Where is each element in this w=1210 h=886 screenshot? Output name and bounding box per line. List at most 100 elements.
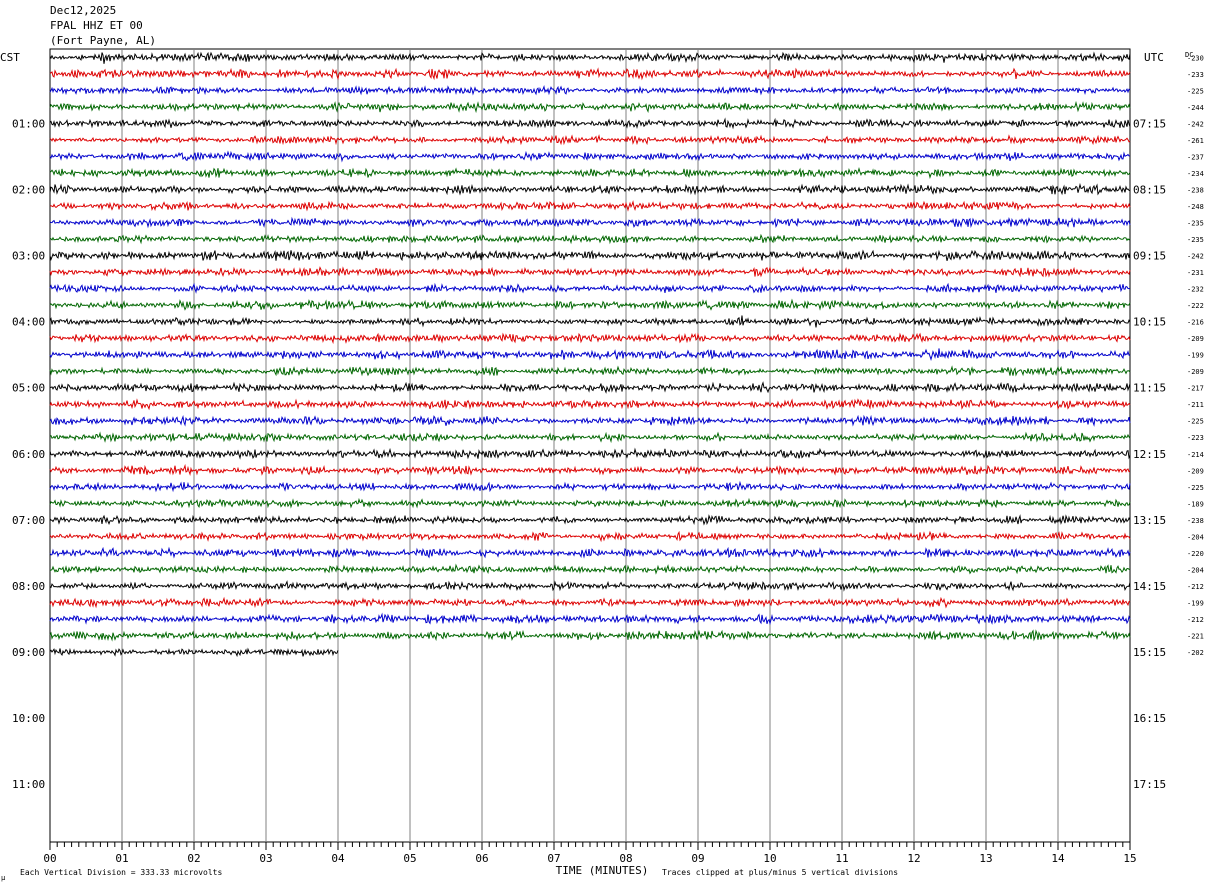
right-hour-label: 16:15 [1133, 712, 1166, 725]
seismic-trace [50, 381, 1131, 394]
dc-offset-label: -199 [1187, 599, 1204, 607]
seismic-trace [49, 166, 1131, 179]
seismic-trace [49, 51, 1131, 64]
seismic-trace [49, 546, 1131, 559]
x-tick-label: 01 [115, 852, 128, 865]
dc-offset-label: -225 [1187, 87, 1204, 95]
left-hour-label: 07:00 [12, 514, 45, 527]
left-hour-label: 10:00 [12, 712, 45, 725]
seismic-trace [49, 398, 1131, 411]
seismic-trace [49, 67, 1131, 81]
scale-note: Each Vertical Division = 333.33 microvol… [20, 868, 222, 877]
x-tick-label: 06 [475, 852, 488, 865]
dc-offset-label: -242 [1187, 253, 1204, 261]
dc-offset-label: -223 [1187, 434, 1204, 442]
seismic-trace [49, 463, 1131, 476]
right-hour-label: 13:15 [1133, 514, 1166, 527]
corner-mark: µ [1, 874, 6, 882]
dc-offset-label: -209 [1187, 335, 1204, 343]
seismic-trace [49, 200, 1131, 212]
seismic-trace [49, 100, 1131, 114]
left-hour-label: 06:00 [12, 448, 45, 461]
dc-offset-label: -204 [1187, 566, 1204, 574]
right-hour-label: 12:15 [1133, 448, 1166, 461]
x-tick-label: 11 [835, 852, 848, 865]
x-tick-label: 10 [763, 852, 776, 865]
seismic-trace [49, 612, 1131, 626]
right-hour-label: 09:15 [1133, 250, 1166, 263]
seismic-trace [49, 596, 1131, 609]
x-tick-label: 03 [259, 852, 272, 865]
dc-offset-label: -235 [1187, 236, 1204, 244]
x-tick-label: 09 [691, 852, 704, 865]
dc-offset-label: -209 [1187, 467, 1204, 475]
seismic-trace [49, 348, 1131, 361]
dc-offset-label: -209 [1187, 368, 1204, 376]
dc-offset-label: -225 [1187, 484, 1204, 492]
seismic-trace [49, 431, 1131, 444]
x-axis-title: TIME (MINUTES) [556, 864, 649, 877]
x-tick-label: 04 [331, 852, 345, 865]
seismic-trace [49, 233, 1131, 245]
seismic-trace [49, 365, 1131, 377]
dc-offset-label: -230 [1187, 54, 1204, 62]
dc-offset-label: -222 [1187, 302, 1204, 310]
x-tick-label: 02 [187, 852, 200, 865]
left-hour-label: 05:00 [12, 382, 45, 395]
seismic-trace [49, 298, 1131, 311]
dc-offset-label: -204 [1187, 533, 1204, 541]
dc-offset-label: -211 [1187, 401, 1204, 409]
seismic-trace [49, 480, 1131, 493]
x-tick-label: 00 [43, 852, 56, 865]
seismic-trace [49, 315, 1131, 328]
x-tick-label: 15 [1123, 852, 1136, 865]
seismic-trace [49, 580, 1131, 592]
left-hour-label: 03:00 [12, 250, 45, 263]
dc-offset-label: -237 [1187, 153, 1204, 161]
dc-offset-label: -261 [1187, 137, 1204, 145]
dc-offset-label: -216 [1187, 319, 1204, 327]
seismic-trace [49, 182, 1131, 196]
right-hour-label: 11:15 [1133, 382, 1166, 395]
left-hour-label: 08:00 [12, 580, 45, 593]
dc-offset-label: -235 [1187, 219, 1204, 227]
dc-offset-label: -232 [1187, 286, 1204, 294]
x-tick-label: 12 [907, 852, 920, 865]
dc-offset-label: -202 [1187, 649, 1204, 657]
seismic-trace [49, 117, 1131, 130]
left-hour-label: 09:00 [12, 646, 45, 659]
left-hour-label: 11:00 [12, 778, 45, 791]
dc-offset-label: -244 [1187, 104, 1204, 112]
right-hour-label: 15:15 [1133, 646, 1166, 659]
right-hour-label: 14:15 [1133, 580, 1166, 593]
dc-offset-label: -238 [1187, 517, 1204, 525]
dc-offset-label: -242 [1187, 120, 1204, 128]
clip-note: Traces clipped at plus/minus 5 vertical … [662, 868, 898, 877]
seismic-trace [49, 134, 1131, 146]
dc-offset-label: -214 [1187, 451, 1204, 459]
dc-offset-label: -225 [1187, 418, 1204, 426]
left-hour-label: 04:00 [12, 316, 45, 329]
dc-offset-label: -220 [1187, 550, 1204, 558]
seismic-trace [49, 85, 1131, 96]
seismic-trace [49, 150, 1131, 163]
right-hour-label: 08:15 [1133, 183, 1166, 196]
seismic-trace [49, 497, 1131, 509]
dc-offset-label: -212 [1187, 583, 1204, 591]
seismic-trace [49, 514, 1131, 526]
x-tick-label: 14 [1051, 852, 1065, 865]
dc-offset-label: -248 [1187, 203, 1204, 211]
x-tick-label: 05 [403, 852, 416, 865]
x-tick-label: 13 [979, 852, 992, 865]
seismic-trace [49, 249, 1131, 262]
right-hour-label: 10:15 [1133, 316, 1166, 329]
seismic-trace [49, 414, 1131, 427]
left-hour-label: 02:00 [12, 183, 45, 196]
plot-frame [49, 48, 1131, 843]
seismic-trace [49, 266, 1131, 278]
dc-offset-label: -199 [1187, 352, 1204, 360]
helicorder-plot: 00 01 02 03 04 05 06 07 08 09 10 11 12 13 14 15TIME (MI… [0, 48, 1204, 882]
seismic-trace [49, 447, 1131, 460]
dc-offset-label: -233 [1187, 71, 1204, 79]
seismic-trace [49, 629, 1131, 642]
